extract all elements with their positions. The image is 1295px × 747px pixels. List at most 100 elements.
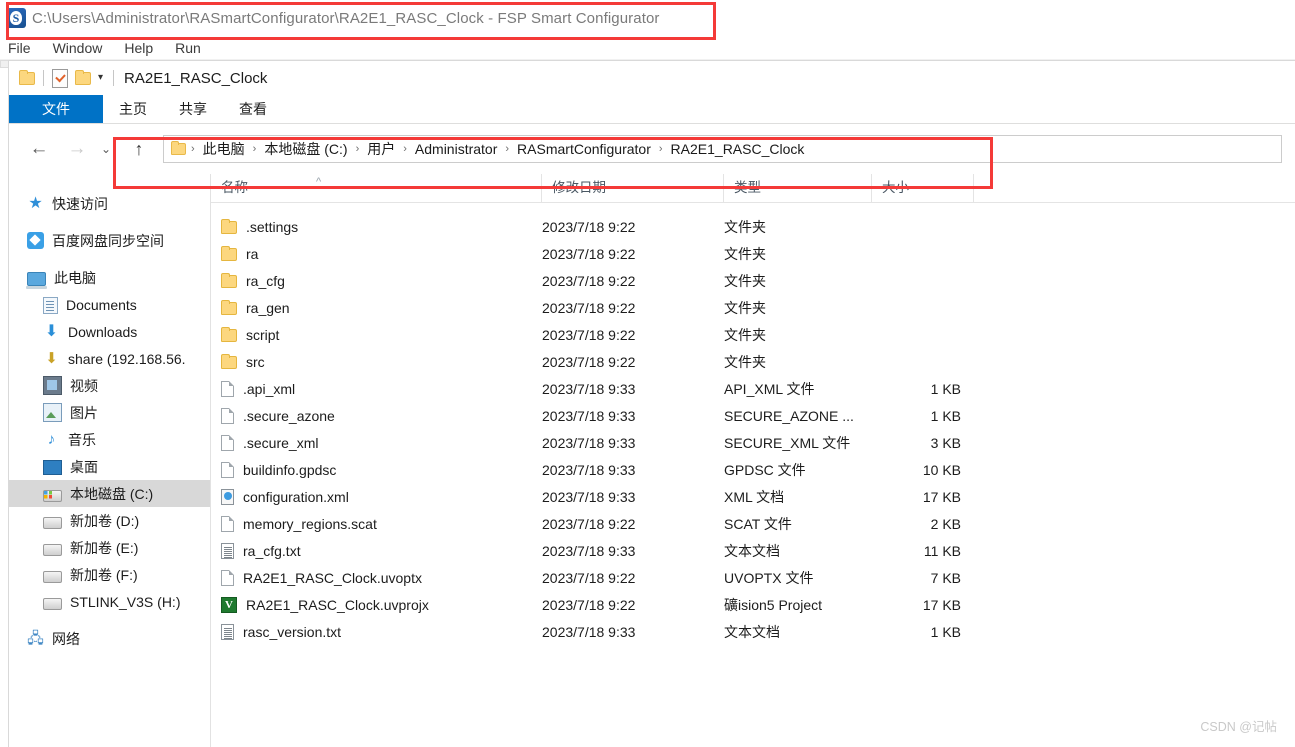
breadcrumb-item-local-disk[interactable]: 本地磁盘 (C:) <box>261 139 350 159</box>
breadcrumb-item-users[interactable]: 用户 <box>364 139 398 159</box>
fsp-window-title: C:\Users\Administrator\RASmartConfigurat… <box>32 9 660 27</box>
sidebar-item-videos[interactable]: 视频 <box>9 372 210 399</box>
breadcrumb-item-this-pc[interactable]: 此电脑 <box>200 139 248 159</box>
menu-item-window[interactable]: Window <box>53 40 103 56</box>
sidebar-item-network[interactable]: 🖧 网络 <box>9 625 210 652</box>
tab-home[interactable]: 主页 <box>103 95 163 123</box>
sidebar-item-volume-f[interactable]: 新加卷 (F:) <box>9 561 210 588</box>
file-type-cell: SCAT 文件 <box>724 515 792 532</box>
file-list-pane: ^ 名称 修改日期 类型 大小 .settings 2023/7/18 9:22 文… <box>211 174 1295 747</box>
file-name-cell: configuration.xml <box>211 488 541 505</box>
uvision-file-icon <box>221 596 237 613</box>
sidebar-item-label: 视频 <box>70 377 98 394</box>
file-date-cell: 2023/7/18 9:33 <box>542 434 636 451</box>
sidebar-item-share[interactable]: ⬇ share (192.168.56. <box>9 345 210 372</box>
sidebar-item-baidu-netdisk[interactable]: 百度网盘同步空间 <box>9 227 210 254</box>
table-row[interactable]: script 2023/7/18 9:22 文件夹 <box>211 321 1295 348</box>
sidebar-item-volume-d[interactable]: 新加卷 (D:) <box>9 507 210 534</box>
file-name-label: memory_regions.scat <box>243 515 377 532</box>
drive-icon <box>43 516 62 529</box>
tab-view[interactable]: 查看 <box>223 95 283 123</box>
chevron-down-icon[interactable]: ▾ <box>98 73 103 83</box>
quick-access-toolbar: ▾ RA2E1_RASC_Clock <box>9 61 1295 95</box>
file-size-cell: 1 KB <box>930 380 961 397</box>
file-name-cell: .secure_xml <box>211 434 541 451</box>
column-header-type[interactable]: 类型 <box>723 174 871 202</box>
menu-item-file[interactable]: File <box>8 40 31 56</box>
address-breadcrumb-bar[interactable]: › 此电脑 › 本地磁盘 (C:) › 用户 › Administrator ›… <box>163 135 1282 163</box>
sidebar-item-music[interactable]: ♪ 音乐 <box>9 426 210 453</box>
file-date-cell: 2023/7/18 9:22 <box>542 515 636 532</box>
table-row[interactable]: RA2E1_RASC_Clock.uvprojx 2023/7/18 9:22 礦i… <box>211 591 1295 618</box>
recent-locations-button[interactable]: ⌄ <box>97 135 115 163</box>
sidebar-item-documents[interactable]: Documents <box>9 291 210 318</box>
breadcrumb-item-rasmartconfigurator[interactable]: RASmartConfigurator <box>514 141 654 157</box>
back-button[interactable]: ← <box>25 135 53 163</box>
sidebar-item-this-pc[interactable]: 此电脑 <box>9 264 210 291</box>
table-row[interactable]: ra_cfg 2023/7/18 9:22 文件夹 <box>211 267 1295 294</box>
file-name-label: RA2E1_RASC_Clock.uvoptx <box>243 569 422 586</box>
sidebar-item-stlink-v3s-h[interactable]: STLINK_V3S (H:) <box>9 588 210 615</box>
file-date-cell: 2023/7/18 9:22 <box>542 218 636 235</box>
file-name-label: src <box>246 353 265 370</box>
menu-item-help[interactable]: Help <box>124 40 153 56</box>
breadcrumb-item-ra2e1-rasc-clock[interactable]: RA2E1_RASC_Clock <box>668 141 808 157</box>
table-row[interactable]: .secure_azone 2023/7/18 9:33 SECURE_AZONE … <box>211 402 1295 429</box>
table-row[interactable]: ra_cfg.txt 2023/7/18 9:33 文本文档 11 KB <box>211 537 1295 564</box>
column-header-size[interactable]: 大小 <box>871 174 973 202</box>
file-type-cell: 文件夹 <box>724 245 766 262</box>
sidebar-item-label: 此电脑 <box>54 269 96 286</box>
toolbar-divider <box>43 70 44 86</box>
folder-icon <box>19 69 35 85</box>
sort-ascending-icon: ^ <box>316 176 322 188</box>
table-row[interactable]: configuration.xml 2023/7/18 9:33 XML 文档 17 … <box>211 483 1295 510</box>
sidebar-item-quick-access[interactable]: ★ 快速访问 <box>9 190 210 217</box>
table-row[interactable]: ra 2023/7/18 9:22 文件夹 <box>211 240 1295 267</box>
file-date-cell: 2023/7/18 9:22 <box>542 596 636 613</box>
sidebar-item-local-disk-c[interactable]: 本地磁盘 (C:) <box>9 480 210 507</box>
drive-icon <box>43 570 62 583</box>
ribbon-tabs: 文件 主页 共享 查看 <box>9 95 1295 123</box>
file-name-cell: .api_xml <box>211 380 541 397</box>
table-row[interactable]: buildinfo.gpdsc 2023/7/18 9:33 GPDSC 文件 10 … <box>211 456 1295 483</box>
table-row[interactable]: memory_regions.scat 2023/7/18 9:22 SCAT 文件… <box>211 510 1295 537</box>
tab-file[interactable]: 文件 <box>9 95 103 123</box>
sidebar-item-downloads[interactable]: ⬇ Downloads <box>9 318 210 345</box>
navigation-pane: ★ 快速访问 百度网盘同步空间 此电脑 Documents ⬇ Download… <box>9 174 211 747</box>
file-type-cell: GPDSC 文件 <box>724 461 806 478</box>
sidebar-item-desktop[interactable]: 桌面 <box>9 453 210 480</box>
file-name-cell: script <box>211 327 541 343</box>
table-row[interactable]: .secure_xml 2023/7/18 9:33 SECURE_XML 文件 3 … <box>211 429 1295 456</box>
column-header-name[interactable]: ^ 名称 <box>211 174 541 202</box>
file-name-label: ra_cfg <box>246 272 285 289</box>
table-row[interactable]: ra_gen 2023/7/18 9:22 文件夹 <box>211 294 1295 321</box>
sidebar-item-label: 桌面 <box>70 458 98 475</box>
properties-icon[interactable] <box>52 68 68 88</box>
table-row[interactable]: RA2E1_RASC_Clock.uvoptx 2023/7/18 9:22 UVO… <box>211 564 1295 591</box>
file-type-cell: 文件夹 <box>724 326 766 343</box>
sidebar-item-pictures[interactable]: 图片 <box>9 399 210 426</box>
file-date-cell: 2023/7/18 9:22 <box>542 299 636 316</box>
file-size-cell: 2 KB <box>930 515 961 532</box>
file-type-cell: SECURE_AZONE ... <box>724 407 854 424</box>
fsp-app-icon <box>6 8 26 28</box>
new-folder-icon[interactable] <box>75 69 91 85</box>
table-row[interactable]: .settings 2023/7/18 9:22 文件夹 <box>211 213 1295 240</box>
forward-button[interactable]: → <box>63 135 91 163</box>
file-list-top-spacer <box>211 203 1295 213</box>
file-type-cell: SECURE_XML 文件 <box>724 434 851 451</box>
menu-item-run[interactable]: Run <box>175 40 201 56</box>
table-row[interactable]: rasc_version.txt 2023/7/18 9:33 文本文档 1 KB <box>211 618 1295 645</box>
folder-icon <box>221 354 237 369</box>
up-button[interactable]: ↑ <box>125 135 153 163</box>
file-name-label: .api_xml <box>243 380 296 397</box>
sidebar-item-volume-e[interactable]: 新加卷 (E:) <box>9 534 210 561</box>
column-header-date[interactable]: 修改日期 <box>541 174 723 202</box>
tab-share[interactable]: 共享 <box>163 95 223 123</box>
table-row[interactable]: .api_xml 2023/7/18 9:33 API_XML 文件 1 KB <box>211 375 1295 402</box>
explorer-main: ★ 快速访问 百度网盘同步空间 此电脑 Documents ⬇ Download… <box>9 174 1295 747</box>
table-row[interactable]: src 2023/7/18 9:22 文件夹 <box>211 348 1295 375</box>
file-name-label: .settings <box>246 218 299 235</box>
breadcrumb-item-administrator[interactable]: Administrator <box>412 141 500 157</box>
sidebar-item-label: 快速访问 <box>52 195 108 212</box>
